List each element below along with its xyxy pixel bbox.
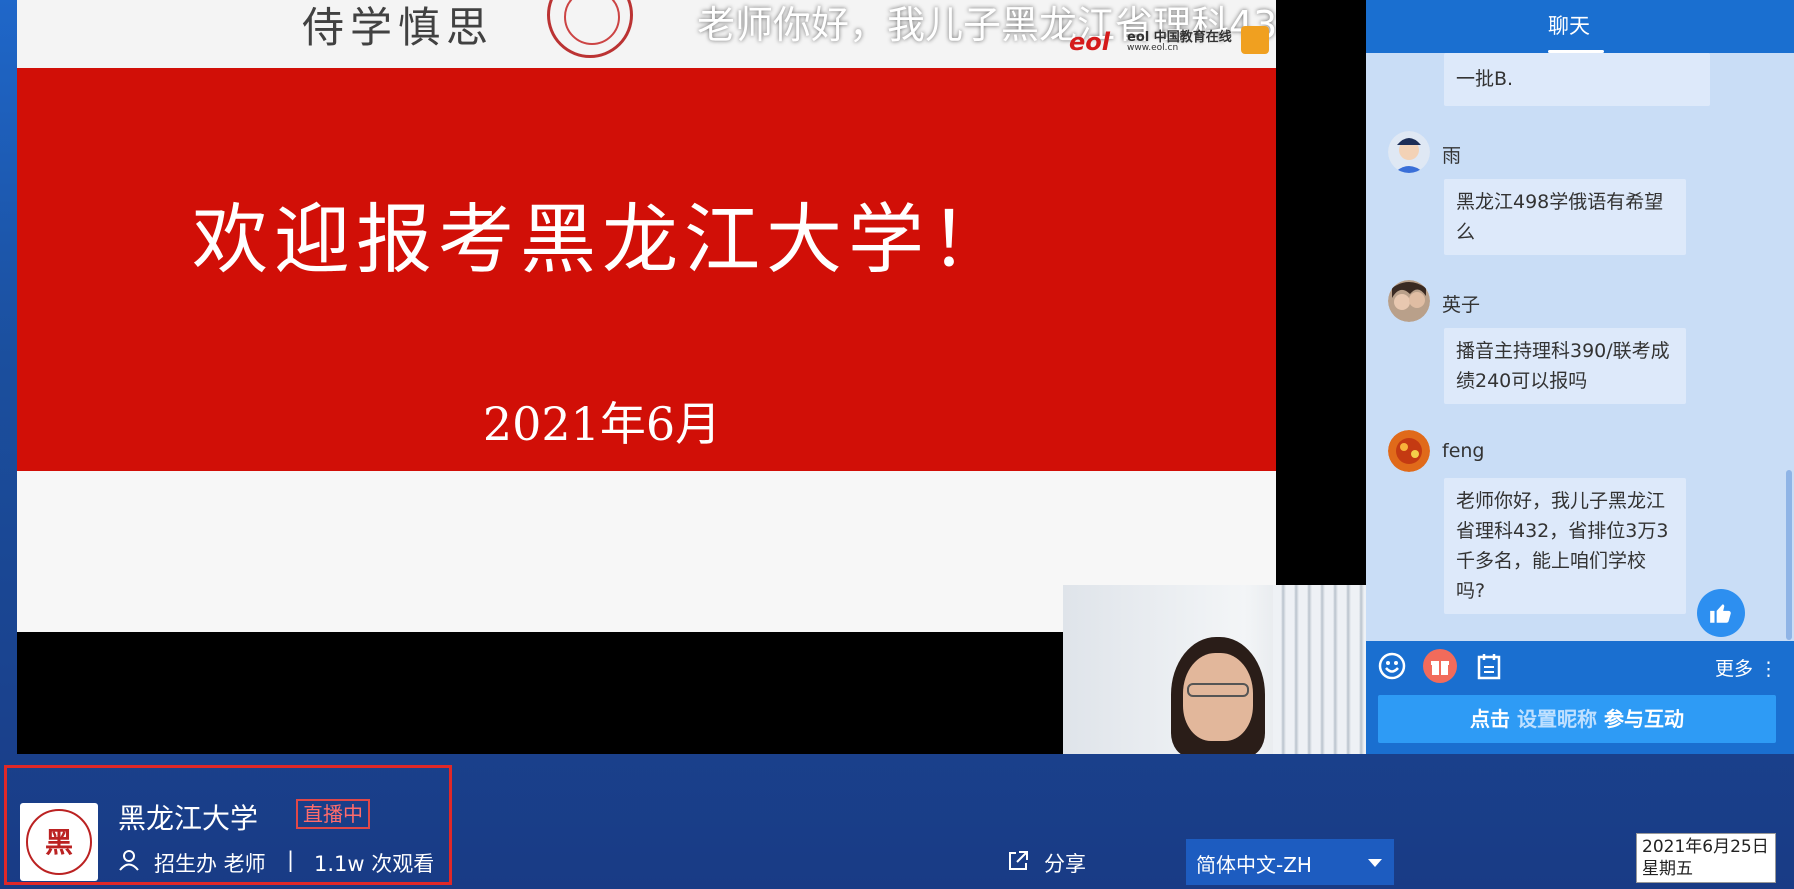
chevron-down-icon xyxy=(1368,859,1382,867)
emoji-icon[interactable] xyxy=(1377,651,1407,681)
join-highlight: 设置昵称 xyxy=(1517,707,1597,731)
share-icon[interactable] xyxy=(1006,849,1030,873)
chat-panel: 聊天 一批B. 雨 黑龙江498学俄语有希望么 英子 播音主持理科390/联考成… xyxy=(1366,0,1794,754)
message-bubble: 老师你好，我儿子黑龙江省理科432，省排位3万3千多名，能上咱们学校吗? xyxy=(1444,478,1686,614)
user-name: 英子 xyxy=(1442,294,1481,316)
language-value: 简体中文-ZH xyxy=(1196,853,1312,877)
channel-name[interactable]: 黑龙江大学 xyxy=(118,797,258,837)
chat-toolbar: 更多 ⋮ xyxy=(1366,641,1794,691)
join-bar: 点击 设置昵称 参与互动 xyxy=(1366,691,1794,754)
slide-header: 侍学慎思 老师你好，我儿子黑龙江省理科432，省排 eol eol 中国教育在线… xyxy=(17,0,1276,68)
broadcaster-url: www.eol.cn xyxy=(1127,43,1179,53)
set-nickname-button[interactable]: 点击 设置昵称 参与互动 xyxy=(1378,695,1776,743)
system-clock: 2021年6月25日 星期五 xyxy=(1636,833,1776,883)
slide-red-band: 欢迎报考黑龙江大学！ 2021年6月 xyxy=(17,68,1276,471)
view-count: 1.1w 次观看 xyxy=(314,852,435,876)
user-icon xyxy=(119,850,139,871)
more-button[interactable]: 更多 ⋮ xyxy=(1715,654,1778,681)
join-suffix: 参与互动 xyxy=(1603,707,1684,731)
university-logo[interactable]: 黑 xyxy=(20,803,98,881)
video-player[interactable]: 侍学慎思 老师你好，我儿子黑龙江省理科432，省排 eol eol 中国教育在线… xyxy=(17,0,1366,754)
chat-tabbar: 聊天 xyxy=(1366,0,1794,53)
user-avatar xyxy=(1388,131,1430,173)
user-name: feng xyxy=(1442,440,1485,462)
user-avatar xyxy=(1388,280,1430,322)
language-select[interactable]: 简体中文-ZH xyxy=(1186,839,1394,885)
host-label: 招生办 老师 xyxy=(154,852,266,876)
clock-weekday: 星期五 xyxy=(1642,859,1693,879)
gift-icon[interactable] xyxy=(1423,649,1457,683)
message-bubble: 播音主持理科390/联考成绩240可以报吗 xyxy=(1444,328,1686,404)
slide-date: 2021年6月 xyxy=(482,397,722,451)
chat-scrollbar[interactable] xyxy=(1786,470,1792,640)
info-separator: | xyxy=(287,848,295,872)
presentation-slide: 侍学慎思 老师你好，我儿子黑龙江省理科432，省排 eol eol 中国教育在线… xyxy=(17,0,1276,632)
notes-icon[interactable] xyxy=(1474,651,1504,681)
join-prefix: 点击 xyxy=(1470,707,1511,731)
presenter-video xyxy=(1063,585,1366,754)
thumbs-up-icon xyxy=(1710,604,1731,623)
like-button[interactable] xyxy=(1697,589,1745,637)
live-status-badge: 直播中 xyxy=(296,799,370,829)
clock-date: 2021年6月25日 xyxy=(1642,837,1769,857)
slide-title: 欢迎报考黑龙江大学！ xyxy=(192,195,1012,284)
chat-message-list[interactable]: 一批B. 雨 黑龙江498学俄语有希望么 英子 播音主持理科390/联考成绩24… xyxy=(1366,53,1786,638)
partner-logo-icon xyxy=(1241,26,1269,54)
eol-logo: eol eol 中国教育在线 www.eol.cn xyxy=(1069,24,1276,58)
user-avatar xyxy=(1388,430,1430,472)
university-seal-icon xyxy=(547,0,633,58)
tab-chat[interactable]: 聊天 xyxy=(1548,10,1590,40)
message-bubble: 一批B. xyxy=(1444,53,1710,106)
share-button[interactable]: 分享 xyxy=(1044,848,1086,878)
slide-motto: 侍学慎思 xyxy=(302,3,495,52)
message-bubble: 黑龙江498学俄语有希望么 xyxy=(1444,179,1686,255)
user-name: 雨 xyxy=(1442,145,1462,167)
